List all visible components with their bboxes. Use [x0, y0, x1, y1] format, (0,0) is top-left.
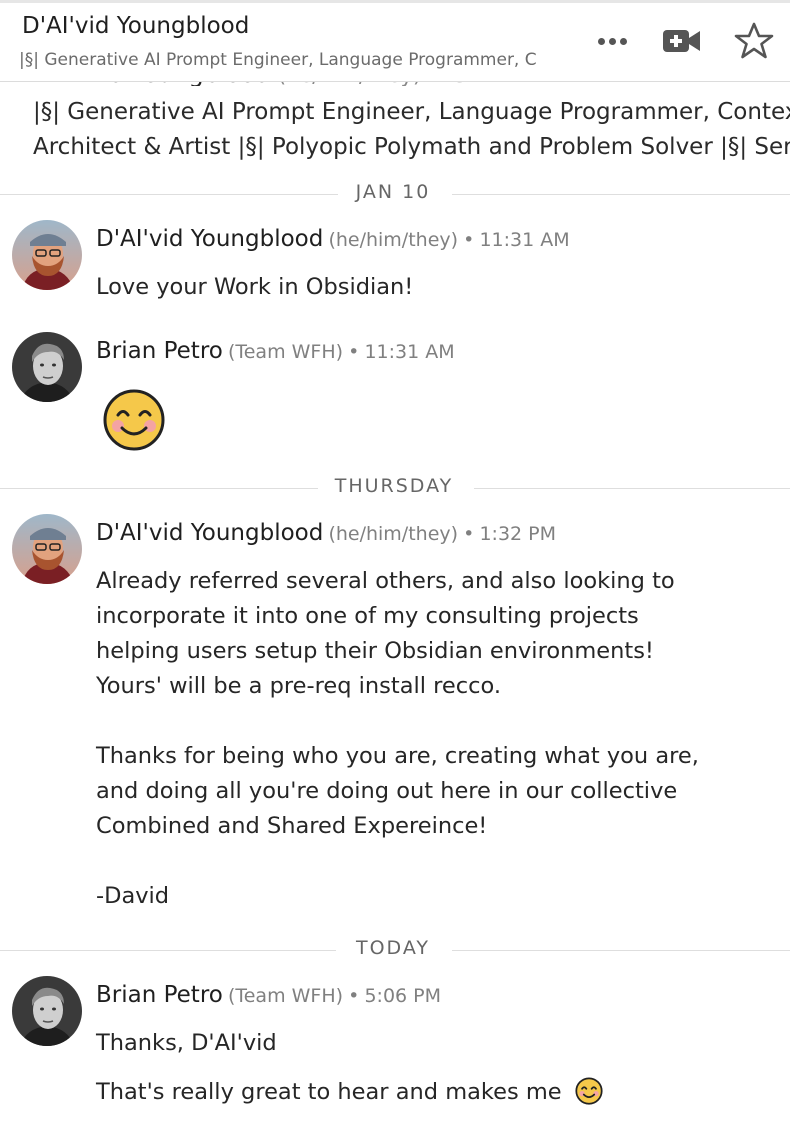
message-line: helping users setup their Obsidian envir… [96, 638, 654, 664]
message-line: incorporate it into one of my consulting… [96, 603, 639, 629]
separator-dot: • [463, 229, 475, 251]
avatar[interactable] [12, 976, 82, 1046]
date-divider-label: TODAY [356, 937, 430, 959]
sender-name[interactable]: D'AI'vid Youngblood [96, 226, 323, 252]
sender-pronouns: (Team WFH) [227, 985, 344, 1007]
profile-headline-line2: Architect & Artist |§| Polyopic Polymath… [33, 134, 790, 160]
message-time: 11:31 AM [479, 229, 570, 251]
date-divider: JAN 10 [0, 181, 790, 209]
message-header: Brian Petro (Team WFH) • 5:06 PM [96, 982, 441, 1008]
smiling-face-emoji [102, 388, 166, 452]
message-line: Thanks, D'AI'vid [96, 1030, 277, 1056]
message-line: Already referred several others, and als… [96, 568, 675, 594]
message-body: Love your Work in Obsidian! [96, 274, 414, 300]
separator-dot: • [348, 341, 360, 363]
message-body: Already referred several others, and als… [96, 564, 756, 914]
sender-pronouns: (Team WFH) [227, 341, 344, 363]
sender-name[interactable]: Brian Petro [96, 338, 223, 364]
message-line [96, 704, 756, 739]
avatar[interactable] [12, 332, 82, 402]
message-line: That's really great to hear and makes me [96, 1079, 562, 1105]
header-actions [590, 18, 790, 64]
sender-name[interactable]: Brian Petro [96, 982, 223, 1008]
date-divider-label: JAN 10 [355, 181, 431, 203]
date-divider: THURSDAY [0, 475, 790, 503]
profile-summary: D'AI'vid Youngblood (he/him/they) · 1st … [0, 78, 790, 187]
avatar[interactable] [12, 514, 82, 584]
message-line-with-emoji: That's really great to hear and makes me [96, 1075, 756, 1116]
message-time: 5:06 PM [364, 985, 442, 1007]
message-header: D'AI'vid Youngblood (he/him/they) • 1:32… [96, 520, 556, 546]
message-line [96, 844, 756, 879]
date-divider-label: THURSDAY [334, 475, 454, 497]
message-line: -David [96, 883, 170, 909]
message-line: Yours' will be a pre-req install recco. [96, 673, 502, 699]
more-icon[interactable] [590, 18, 634, 64]
message-line: Combined and Shared Expereince! [96, 813, 488, 839]
message-header: D'AI'vid Youngblood (he/him/they) • 11:3… [96, 226, 570, 252]
message-line: Thanks for being who you are, creating w… [96, 743, 699, 769]
profile-headline-line1: |§| Generative AI Prompt Engineer, Langu… [33, 99, 790, 125]
message-time: 1:32 PM [479, 523, 557, 545]
separator-dot: • [463, 523, 475, 545]
header-contact-name[interactable]: D'AI'vid Youngblood [22, 13, 249, 39]
sender-pronouns: (he/him/they) [328, 523, 459, 545]
date-divider: TODAY [0, 937, 790, 965]
message-header: Brian Petro (Team WFH) • 11:31 AM [96, 338, 455, 364]
message-line: and doing all you're doing out here in o… [96, 778, 678, 804]
separator-dot: • [348, 985, 360, 1007]
message-time: 11:31 AM [364, 341, 455, 363]
conversation-header: D'AI'vid Youngblood |§| Generative AI Pr… [0, 0, 790, 82]
star-icon[interactable] [730, 18, 778, 64]
message-body: Thanks, D'AI'vid That's really great to … [96, 1026, 756, 1116]
video-call-icon[interactable] [660, 18, 704, 64]
sender-name[interactable]: D'AI'vid Youngblood [96, 520, 323, 546]
avatar[interactable] [12, 220, 82, 290]
sender-pronouns: (he/him/they) [328, 229, 459, 251]
smiling-face-emoji [575, 1077, 603, 1116]
top-border [0, 0, 790, 3]
header-contact-headline: |§| Generative AI Prompt Engineer, Langu… [19, 50, 537, 70]
